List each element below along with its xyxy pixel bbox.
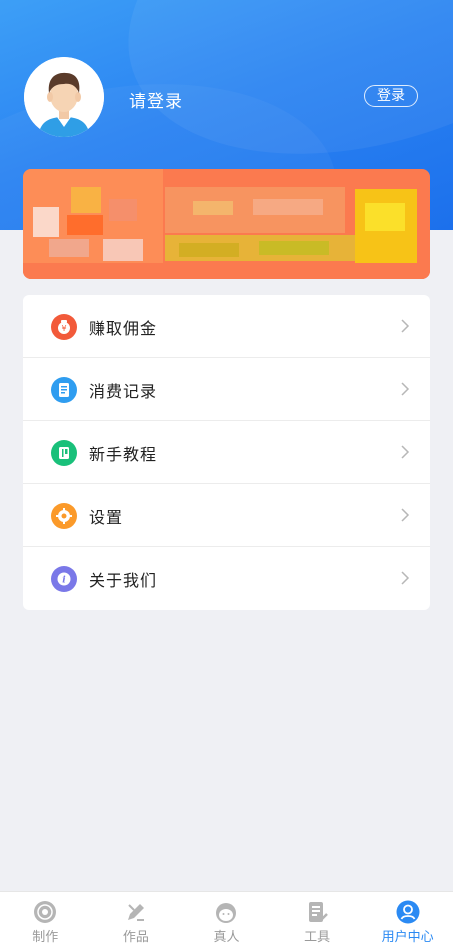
login-button[interactable]: 登录 [364, 85, 418, 107]
info-icon: i [51, 566, 77, 592]
tab-tools[interactable]: 工具 [272, 892, 363, 950]
edit-icon [127, 904, 144, 921]
gear-icon [51, 503, 77, 529]
tab-works[interactable]: 作品 [91, 892, 182, 950]
person-face-icon [216, 903, 237, 923]
receipt-icon [51, 377, 77, 403]
chevron-right-icon [401, 382, 410, 396]
tab-label: 制作 [32, 930, 59, 945]
user-icon [396, 900, 420, 924]
menu-item-tutorial[interactable]: 新手教程 [23, 421, 430, 484]
default-avatar-icon [24, 57, 104, 137]
tab-label: 作品 [122, 930, 149, 945]
tab-user-center[interactable]: 用户中心 [362, 892, 453, 950]
menu-item-label: 新手教程 [89, 445, 158, 464]
menu-item-label: 消费记录 [89, 382, 158, 401]
tab-real-person[interactable]: 真人 [181, 892, 272, 950]
menu-item-consumption-records[interactable]: 消费记录 [23, 358, 430, 421]
menu-item-settings[interactable]: 设置 [23, 484, 430, 547]
menu-item-about-us[interactable]: i 关于我们 [23, 547, 430, 610]
document-tool-icon [309, 902, 328, 922]
svg-text:i: i [62, 576, 66, 586]
money-bag-icon: ¥ [51, 314, 77, 340]
book-icon [51, 440, 77, 466]
tab-label: 用户中心 [381, 930, 434, 945]
promo-banner[interactable] [23, 169, 430, 279]
avatar[interactable] [24, 57, 104, 137]
svg-text:¥: ¥ [61, 324, 66, 333]
menu-item-commission[interactable]: ¥ 赚取佣金 [23, 295, 430, 358]
tab-label: 工具 [304, 930, 331, 945]
menu-item-label: 关于我们 [89, 571, 158, 590]
chevron-right-icon [401, 508, 410, 522]
chevron-right-icon [401, 445, 410, 459]
menu-list: ¥ 赚取佣金 消费记录 新手教程 设置 i 关于我们 [23, 295, 430, 610]
menu-item-label: 赚取佣金 [89, 319, 158, 338]
record-icon [34, 901, 57, 923]
tab-label: 真人 [213, 930, 240, 945]
menu-item-label: 设置 [89, 508, 124, 527]
chevron-right-icon [401, 571, 410, 585]
chevron-right-icon [401, 319, 410, 333]
bottom-tab-bar: 制作 作品 真人 工具 用户中心 [0, 891, 453, 950]
tab-make[interactable]: 制作 [0, 892, 91, 950]
login-prompt-text[interactable]: 请登录 [129, 87, 183, 112]
